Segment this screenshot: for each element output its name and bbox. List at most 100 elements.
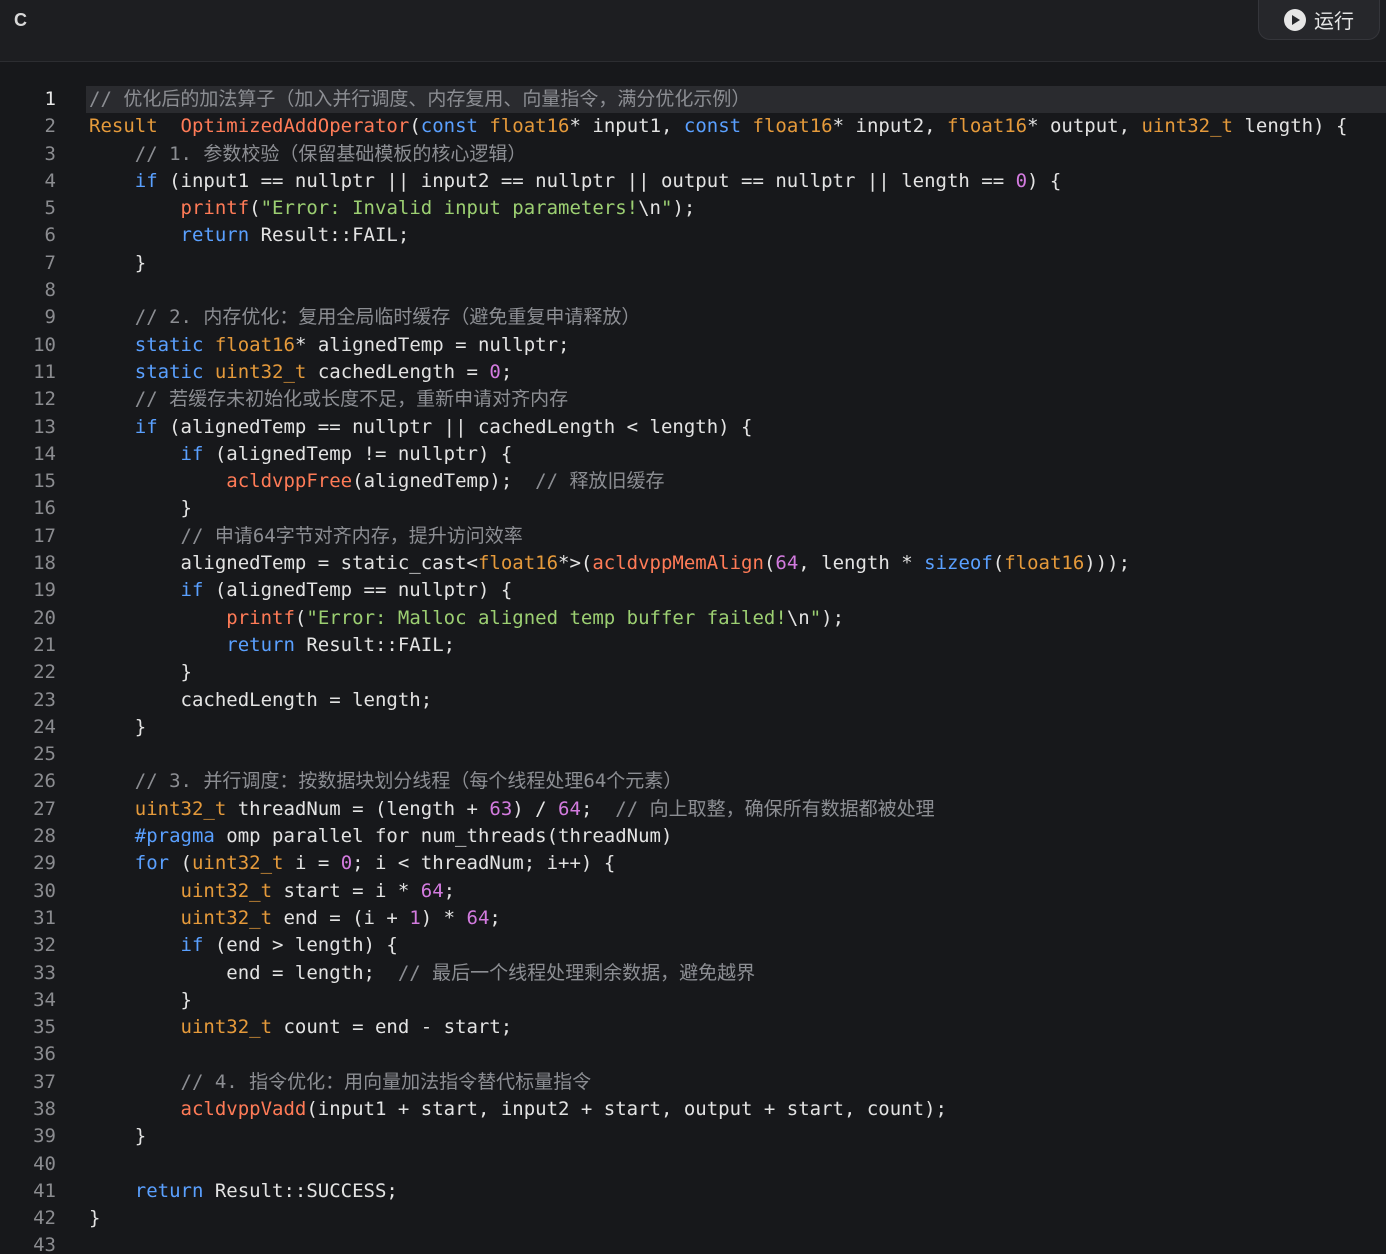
code-token: ( [992, 552, 1005, 575]
line-number: 1 [44, 88, 56, 110]
run-button[interactable]: 运行 [1258, 0, 1380, 40]
code-token: if [180, 442, 204, 465]
code-token: cachedLength = [306, 360, 490, 383]
line-number: 24 [33, 715, 56, 738]
code-token: const [420, 115, 478, 138]
code-text: alignedTemp = static_cast<float16*>(acld… [86, 550, 1386, 577]
code-line: 18 alignedTemp = static_cast<float16*>(a… [0, 550, 1386, 577]
code-line: 37 // 4. 指令优化：用向量加法指令替代标量指令 [0, 1069, 1386, 1096]
code-token: 64 [420, 879, 444, 902]
code-text: // 3. 并行调度：按数据块划分线程（每个线程处理64个元素） [86, 768, 1386, 795]
code-token: ( [249, 197, 261, 220]
code-token: cachedLength = length; [89, 688, 433, 711]
code-line: 4 if (input1 == nullptr || input2 == nul… [0, 168, 1386, 195]
line-number: 10 [33, 333, 56, 356]
code-token: } [89, 251, 147, 274]
code-token: 63 [489, 797, 513, 820]
code-text: // 2. 内存优化：复用全局临时缓存（避免重复申请释放） [86, 304, 1386, 331]
code-text: end = length; // 最后一个线程处理剩余数据，避免越界 [86, 960, 1386, 987]
code-token: } [89, 661, 192, 684]
code-editor[interactable]: 1 // 优化后的加法算子（加入并行调度、内存复用、向量指令，满分优化示例） 2 Re… [0, 86, 1386, 1254]
code-token: sizeof [924, 552, 993, 575]
code-line: 12 // 若缓存未初始化或长度不足，重新申请对齐内存 [0, 386, 1386, 413]
code-token: , length * [798, 552, 925, 575]
code-text: } [86, 250, 1386, 277]
line-number: 37 [33, 1070, 56, 1093]
code-token: ; [500, 360, 513, 383]
code-token: acldvppMemAlign [592, 552, 764, 575]
line-number: 9 [44, 306, 56, 329]
code-line: 33 end = length; // 最后一个线程处理剩余数据，避免越界 [0, 960, 1386, 987]
code-token: uint32_t [180, 906, 273, 929]
code-token: start = i * [272, 879, 421, 902]
code-token: return [226, 633, 295, 656]
code-line: 19 if (alignedTemp == nullptr) { [0, 577, 1386, 604]
code-token: Result::FAIL; [249, 224, 410, 247]
code-line: 25 [0, 741, 1386, 768]
code-token: // 释放旧缓存 [535, 470, 665, 493]
code-token: 64 [558, 797, 581, 820]
code-token: 64 [466, 906, 490, 929]
code-text: // 申请64字节对齐内存，提升访问效率 [86, 523, 1386, 550]
code-token: // 3. 并行调度：按数据块划分线程（每个线程处理64个元素） [134, 770, 683, 793]
code-line: 6 return Result::FAIL; [0, 222, 1386, 249]
line-number: 21 [33, 633, 56, 656]
code-token: } [89, 497, 192, 520]
code-token: static [134, 333, 204, 356]
line-number: 38 [33, 1097, 56, 1120]
code-token: acldvppFree [226, 470, 353, 493]
code-line: 22 } [0, 659, 1386, 686]
code-text: } [86, 495, 1386, 522]
code-token: uint32_t [214, 360, 307, 383]
code-token: 64 [775, 552, 799, 575]
code-token: ; i < threadNum; i++) { [352, 852, 616, 875]
code-token: printf [226, 606, 295, 629]
code-token: // 4. 指令优化：用向量加法指令替代标量指令 [180, 1070, 592, 1093]
line-number: 8 [44, 279, 56, 302]
code-token: ); [821, 606, 845, 629]
line-number: 36 [33, 1043, 56, 1066]
code-token: // 2. 内存优化：复用全局临时缓存（避免重复申请释放） [134, 306, 641, 329]
line-number: 33 [33, 961, 56, 984]
line-number: 19 [33, 579, 56, 602]
code-text: printf("Error: Malloc aligned temp buffe… [86, 605, 1386, 632]
code-line: 16 } [0, 495, 1386, 522]
code-token: ( [169, 852, 192, 875]
code-text: printf("Error: Invalid input parameters!… [86, 195, 1386, 222]
line-number: 18 [33, 552, 56, 575]
code-token: end = length; [89, 961, 398, 984]
code-text: if (alignedTemp != nullptr) { [86, 441, 1386, 468]
code-token: // 最后一个线程处理剩余数据，避免越界 [397, 961, 756, 984]
code-line: 2 Result OptimizedAddOperator(const float… [0, 113, 1386, 140]
code-token: "Error: Malloc aligned temp buffer faile… [306, 606, 787, 629]
code-text: acldvppFree(alignedTemp); // 释放旧缓存 [86, 468, 1386, 495]
line-number: 28 [33, 825, 56, 848]
code-token: } [89, 715, 147, 738]
code-token: ) { [1027, 169, 1062, 192]
code-token: (alignedTemp != nullptr) { [203, 442, 513, 465]
code-token: length) { [1233, 115, 1348, 138]
code-token: \n [638, 197, 661, 220]
code-line: 34 } [0, 987, 1386, 1014]
code-token: return [134, 1179, 204, 1202]
code-line: 17 // 申请64字节对齐内存，提升访问效率 [0, 523, 1386, 550]
code-token: Result::FAIL; [294, 633, 456, 656]
line-number: 27 [33, 797, 56, 820]
code-token: float16 [947, 115, 1028, 138]
code-token: ; [443, 879, 456, 902]
code-token: uint32_t [1141, 115, 1233, 138]
code-token: (alignedTemp == nullptr) { [203, 579, 513, 602]
code-token: static [134, 360, 204, 383]
code-text: } [86, 1123, 1386, 1150]
code-text: if (input1 == nullptr || input2 == nullp… [86, 168, 1386, 195]
line-number: 31 [33, 906, 56, 929]
